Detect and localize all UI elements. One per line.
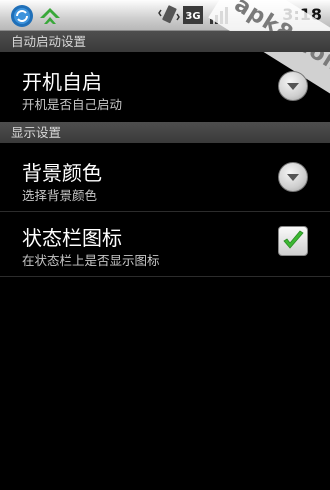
dropdown-button[interactable]: [278, 71, 308, 101]
app-notification-icon: [38, 4, 62, 32]
pref-summary: 选择背景颜色: [22, 188, 98, 203]
pref-item-background-color[interactable]: 背景颜色 选择背景颜色: [0, 143, 330, 211]
chevron-down-icon: [287, 83, 299, 90]
pref-title: 开机自启: [22, 70, 102, 94]
checkmark-icon: [283, 230, 304, 249]
statusbar-icon-checkbox[interactable]: [278, 226, 308, 256]
sync-icon: [10, 4, 34, 32]
pref-summary: 开机是否自己启动: [22, 97, 123, 112]
pref-title: 状态栏图标: [22, 226, 122, 250]
pref-title: 背景颜色: [22, 161, 102, 185]
3g-icon: 3G: [182, 4, 204, 30]
section-header-display: 显示设置: [0, 122, 330, 143]
chevron-down-icon: [287, 174, 299, 181]
section-header-autostart: 自动启动设置: [0, 31, 330, 52]
divider: [0, 276, 330, 277]
dropdown-button[interactable]: [278, 162, 308, 192]
pref-summary: 在状态栏上是否显示图标: [22, 253, 160, 268]
status-bar: 3G 3:18: [0, 0, 330, 31]
pref-item-statusbar-icon[interactable]: 状态栏图标 在状态栏上是否显示图标: [0, 212, 330, 276]
clock: 3:18: [282, 5, 322, 24]
signal-icon: [208, 4, 230, 30]
pref-item-autostart[interactable]: 开机自启 开机是否自己启动: [0, 52, 330, 120]
svg-text:3G: 3G: [185, 11, 200, 22]
vibrate-icon: [158, 4, 180, 30]
